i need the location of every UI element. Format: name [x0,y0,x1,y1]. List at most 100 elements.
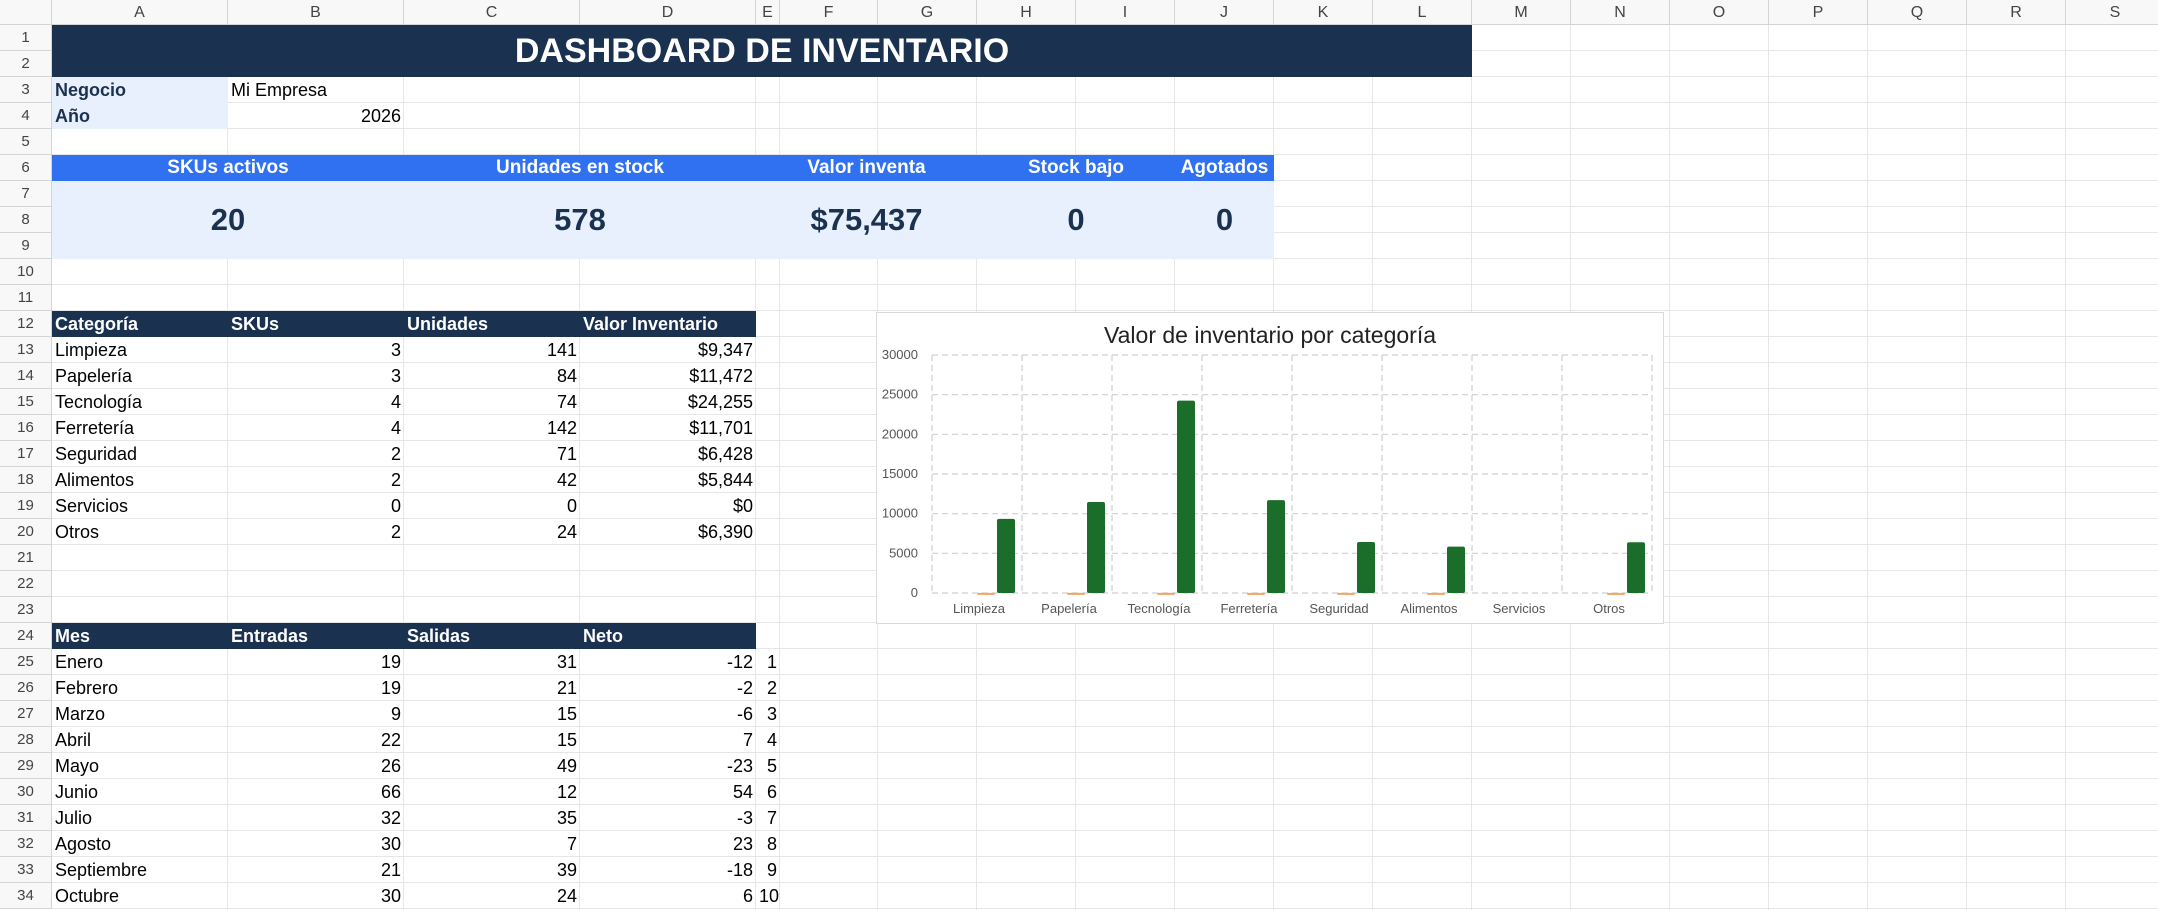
row-header-24[interactable]: 24 [0,623,52,649]
column-header-c[interactable]: C [404,0,580,25]
month-table-cell[interactable]: 21 [228,857,404,883]
category-table-header[interactable]: Unidades [404,311,580,337]
month-index-cell[interactable]: 10 [756,883,780,909]
category-table-cell[interactable]: 71 [404,441,580,467]
month-table-cell[interactable]: 39 [404,857,580,883]
column-header-b[interactable]: B [228,0,404,25]
row-header-26[interactable]: 26 [0,675,52,701]
month-table-header[interactable]: Salidas [404,623,580,649]
month-table-header[interactable]: Neto [580,623,756,649]
month-table-cell[interactable]: 26 [228,753,404,779]
category-table-cell[interactable]: 2 [228,519,404,545]
category-table-cell[interactable]: 74 [404,389,580,415]
row-header-33[interactable]: 33 [0,857,52,883]
row-header-1[interactable]: 1 [0,25,52,51]
month-table-cell[interactable]: 19 [228,675,404,701]
category-table-cell[interactable]: 84 [404,363,580,389]
kpi-label[interactable]: Unidades en stock [404,155,756,181]
month-table-cell[interactable]: 7 [404,831,580,857]
row-header-9[interactable]: 9 [0,233,52,259]
category-table-cell[interactable]: 2 [228,467,404,493]
month-table-cell[interactable]: 9 [228,701,404,727]
row-header-16[interactable]: 16 [0,415,52,441]
kpi-value[interactable]: 578 [404,181,756,259]
month-table-cell[interactable]: Junio [52,779,228,805]
row-header-14[interactable]: 14 [0,363,52,389]
month-table-cell[interactable]: 24 [404,883,580,909]
month-table-header[interactable]: Mes [52,623,228,649]
category-table-header[interactable]: Categoría [52,311,228,337]
row-header-7[interactable]: 7 [0,181,52,207]
month-table-cell[interactable]: 66 [228,779,404,805]
month-table-cell[interactable]: 21 [404,675,580,701]
row-header-22[interactable]: 22 [0,571,52,597]
row-header-4[interactable]: 4 [0,103,52,129]
category-table-header[interactable]: Valor Inventario [580,311,756,337]
column-header-k[interactable]: K [1274,0,1373,25]
category-table-cell[interactable]: 4 [228,415,404,441]
category-table-cell[interactable]: Servicios [52,493,228,519]
month-table-cell[interactable]: 35 [404,805,580,831]
month-table-cell[interactable]: Julio [52,805,228,831]
category-table-cell[interactable]: 142 [404,415,580,441]
month-table-cell[interactable]: Agosto [52,831,228,857]
month-table-cell[interactable]: 7 [580,727,756,753]
month-table-cell[interactable]: 23 [580,831,756,857]
category-table-cell[interactable]: Papelería [52,363,228,389]
category-table-cell[interactable]: $11,472 [580,363,756,389]
category-table-cell[interactable]: 0 [228,493,404,519]
category-table-cell[interactable]: 24 [404,519,580,545]
category-table-cell[interactable]: 4 [228,389,404,415]
category-table-cell[interactable]: $5,844 [580,467,756,493]
month-index-cell[interactable]: 2 [756,675,780,701]
category-table-cell[interactable]: $11,701 [580,415,756,441]
year-value[interactable]: 2026 [228,103,404,129]
month-table-cell[interactable]: 32 [228,805,404,831]
month-index-cell[interactable]: 8 [756,831,780,857]
month-table-cell[interactable]: Abril [52,727,228,753]
category-table-cell[interactable]: Ferretería [52,415,228,441]
kpi-label[interactable]: Stock bajo [977,155,1175,181]
select-all-corner[interactable] [0,0,52,25]
month-index-cell[interactable]: 7 [756,805,780,831]
row-header-31[interactable]: 31 [0,805,52,831]
row-header-25[interactable]: 25 [0,649,52,675]
row-header-8[interactable]: 8 [0,207,52,233]
kpi-value[interactable]: 20 [52,181,404,259]
month-table-cell[interactable]: Enero [52,649,228,675]
row-header-6[interactable]: 6 [0,155,52,181]
month-table-cell[interactable]: 15 [404,701,580,727]
month-table-header[interactable]: Entradas [228,623,404,649]
column-header-e[interactable]: E [756,0,780,25]
category-table-cell[interactable]: Limpieza [52,337,228,363]
row-header-3[interactable]: 3 [0,77,52,103]
row-header-12[interactable]: 12 [0,311,52,337]
kpi-value[interactable]: $75,437 [756,181,977,259]
month-table-cell[interactable]: 12 [404,779,580,805]
month-table-cell[interactable]: 6 [580,883,756,909]
kpi-value[interactable]: 0 [1175,181,1274,259]
row-header-32[interactable]: 32 [0,831,52,857]
column-header-d[interactable]: D [580,0,756,25]
month-index-cell[interactable]: 9 [756,857,780,883]
category-table-cell[interactable]: $6,390 [580,519,756,545]
month-index-cell[interactable]: 6 [756,779,780,805]
category-table-cell[interactable]: Otros [52,519,228,545]
column-header-o[interactable]: O [1670,0,1769,25]
category-table-cell[interactable]: $24,255 [580,389,756,415]
row-header-17[interactable]: 17 [0,441,52,467]
month-table-cell[interactable]: -23 [580,753,756,779]
month-index-cell[interactable]: 4 [756,727,780,753]
category-table-cell[interactable]: 42 [404,467,580,493]
column-header-j[interactable]: J [1175,0,1274,25]
kpi-label[interactable]: Agotados [1175,155,1274,181]
category-table-cell[interactable]: $9,347 [580,337,756,363]
month-table-cell[interactable]: 30 [228,883,404,909]
month-index-cell[interactable]: 3 [756,701,780,727]
category-table-cell[interactable]: Tecnología [52,389,228,415]
category-table-cell[interactable]: Alimentos [52,467,228,493]
column-header-f[interactable]: F [780,0,878,25]
column-header-q[interactable]: Q [1868,0,1967,25]
row-header-18[interactable]: 18 [0,467,52,493]
column-header-s[interactable]: S [2066,0,2158,25]
